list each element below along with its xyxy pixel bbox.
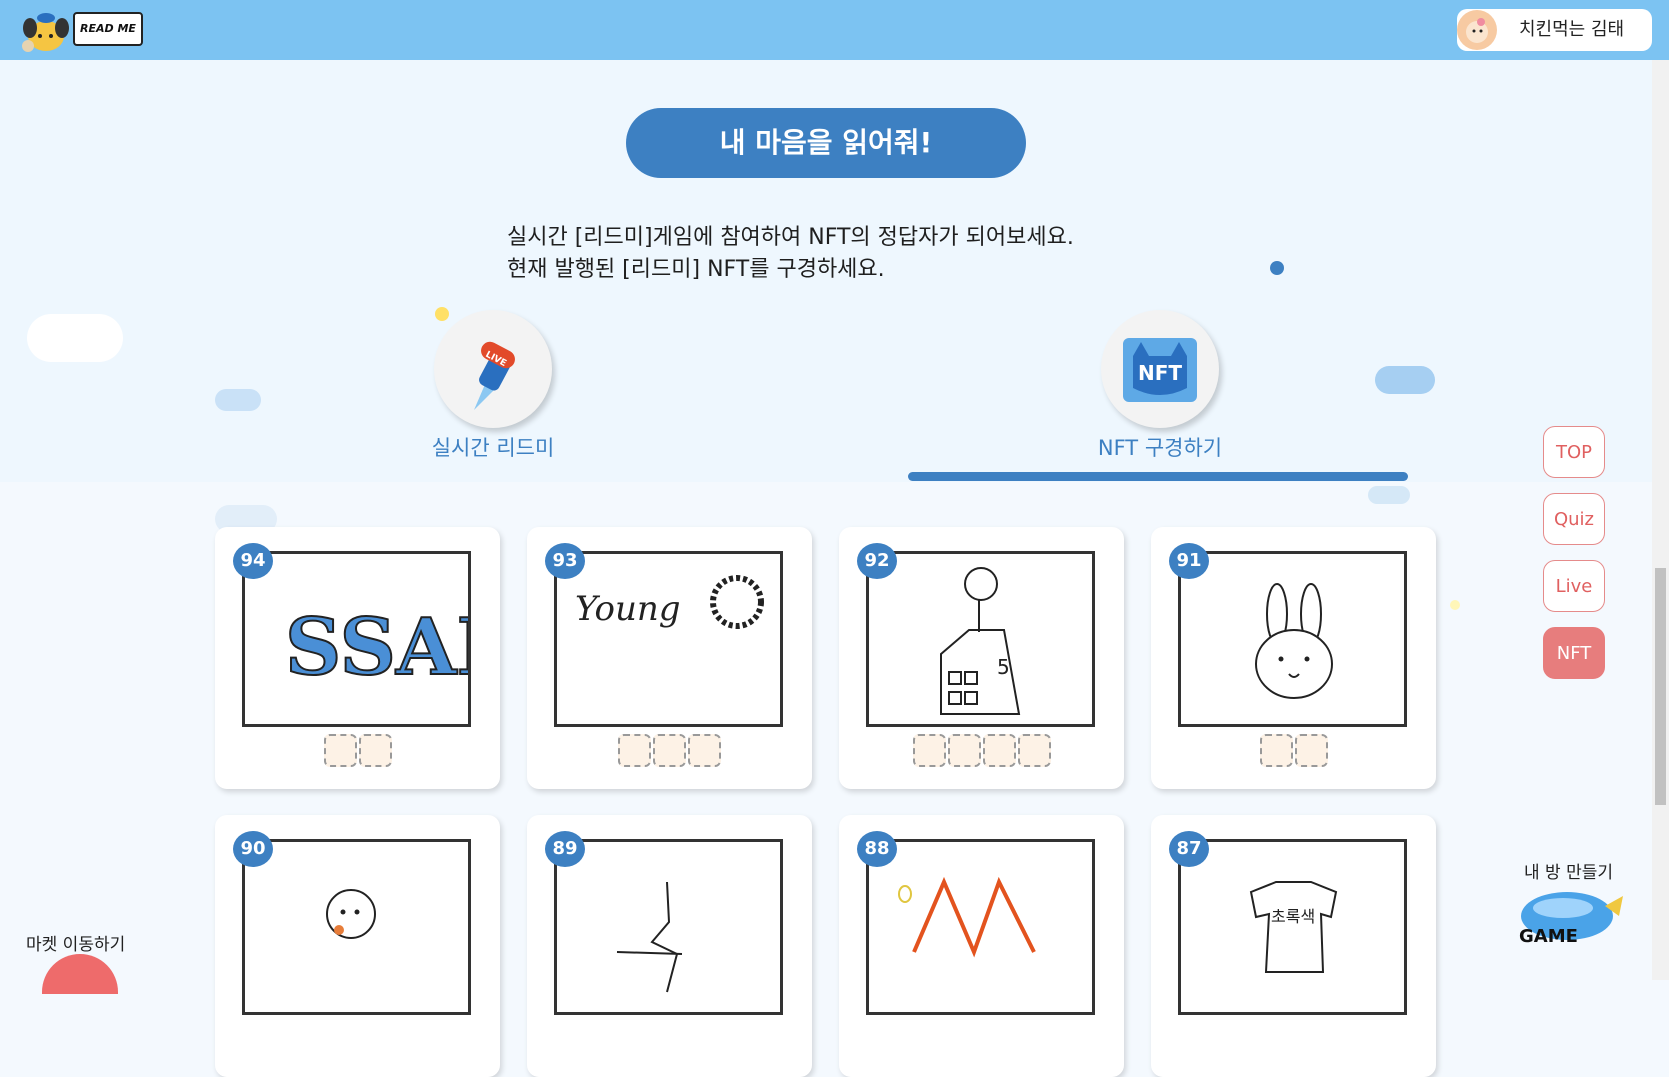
nft-cat-notebook-icon: NFT <box>1123 338 1197 402</box>
card-number-badge: 90 <box>233 831 273 867</box>
drawing-text: SSAFY <box>285 602 468 693</box>
intro-line-1: 실시간 [리드미]게임에 참여하여 NFT의 정답자가 되어보세요. <box>507 225 1074 250</box>
answer-slot <box>358 734 392 767</box>
answer-slots <box>1151 734 1436 771</box>
dot-decoration <box>1450 600 1460 610</box>
dot-decoration <box>1270 261 1284 275</box>
shirt-text: 초록색 <box>1271 907 1315 926</box>
card-number-badge: 91 <box>1169 543 1209 579</box>
drawing-rabbit-image <box>1255 583 1333 699</box>
market-balloon-icon[interactable] <box>42 954 118 994</box>
answer-slots <box>527 734 812 771</box>
drawing-building-image: 5 <box>940 567 1021 715</box>
card-drawing-frame <box>866 839 1095 1015</box>
airship-icon: GAME <box>1519 892 1623 947</box>
tab-nft-label: NFT 구경하기 <box>1097 436 1223 460</box>
tab-nft-active-underline <box>908 472 1408 481</box>
drawing-figure-image <box>616 881 683 993</box>
game-label: GAME <box>1519 926 1578 947</box>
answer-slot <box>323 734 357 767</box>
answer-slots <box>839 734 1124 771</box>
dog-mascot-icon <box>22 13 69 52</box>
drawing-dog-image <box>326 889 376 939</box>
make-room-label[interactable]: 내 방 만들기 <box>1524 858 1613 883</box>
answer-slots <box>215 734 500 771</box>
card-number-badge: 92 <box>857 543 897 579</box>
tab-live-icon-circle: LIVE <box>434 310 552 428</box>
answer-slot <box>947 734 981 767</box>
nft-card[interactable]: 91 <box>1151 527 1436 789</box>
drawing-orange-m-image <box>898 876 1036 958</box>
nft-badge-text: NFT <box>1138 361 1182 385</box>
card-drawing-frame: Young <box>554 551 783 727</box>
market-link-label[interactable]: 마켓 이동하기 <box>26 930 125 955</box>
drawing-text: Young <box>575 589 681 629</box>
nft-card[interactable]: 93 Young <box>527 527 812 789</box>
card-drawing-frame: 초록색 <box>1178 839 1407 1015</box>
tab-live[interactable]: LIVE 실시간 리드미 <box>418 310 568 462</box>
card-drawing-frame <box>242 839 471 1015</box>
answer-slot <box>688 734 721 767</box>
card-drawing-frame <box>1178 551 1407 727</box>
svg-text:5: 5 <box>997 655 1010 679</box>
paintbrush-rocket-icon: LIVE <box>474 341 515 410</box>
answer-slot <box>912 734 946 767</box>
tab-nft[interactable]: NFT NFT 구경하기 <box>1085 310 1235 462</box>
avatar <box>1457 10 1497 50</box>
card-drawing-frame: SSAFY <box>242 551 570 727</box>
intro-line-2: 현재 발행된 [리드미] NFT를 구경하세요. <box>507 257 885 282</box>
card-drawing-frame <box>554 839 783 1015</box>
side-nav-live[interactable]: Live <box>1543 560 1605 612</box>
answer-slot <box>982 734 1016 767</box>
readme-logo[interactable]: READ ME <box>18 8 143 52</box>
card-number-badge: 94 <box>233 543 273 579</box>
cloud-decoration <box>1375 366 1435 394</box>
tab-live-label: 실시간 리드미 <box>431 436 555 460</box>
card-number-badge: 89 <box>545 831 585 867</box>
cloud-decoration <box>27 314 123 362</box>
side-nav-top[interactable]: TOP <box>1543 426 1605 478</box>
drawing-shirt-image: 초록색 <box>1249 881 1338 973</box>
answer-slot <box>1017 734 1051 767</box>
card-number-badge: 88 <box>857 831 897 867</box>
answer-slot <box>618 734 651 767</box>
nft-card[interactable]: 87 초록색 <box>1151 815 1436 1077</box>
user-profile-button[interactable]: 치킨먹는 김태 <box>1457 9 1652 51</box>
nft-card[interactable]: 89 <box>527 815 812 1077</box>
card-drawing-frame: 5 <box>866 551 1095 727</box>
page-title: 내 마음을 읽어줘! <box>626 108 1026 178</box>
nft-card[interactable]: 90 <box>215 815 500 1077</box>
answer-slot <box>653 734 686 767</box>
user-name: 치킨먹는 김태 <box>1519 19 1625 40</box>
drawing-ssafy-image: SSAFY <box>284 601 570 694</box>
top-header: READ ME 치킨먹는 김태 <box>0 0 1669 60</box>
card-number-badge: 93 <box>545 543 585 579</box>
answer-slot <box>1259 734 1293 767</box>
nft-card[interactable]: 88 <box>839 815 1124 1077</box>
card-number-badge: 87 <box>1169 831 1209 867</box>
game-airship-button[interactable]: GAME <box>1515 886 1625 948</box>
cloud-decoration <box>215 389 261 411</box>
logo-text: READ ME <box>73 12 143 46</box>
page-scrollbar[interactable] <box>1652 60 1669 980</box>
cloud-decoration <box>1368 486 1410 504</box>
intro-text: 실시간 [리드미]게임에 참여하여 NFT의 정답자가 되어보세요. 현재 발행… <box>507 222 1207 286</box>
drawing-young-image: Young <box>575 575 764 629</box>
nft-card[interactable]: 92 5 <box>839 527 1124 789</box>
side-nav-quiz[interactable]: Quiz <box>1543 493 1605 545</box>
scrollbar-thumb[interactable] <box>1655 568 1666 805</box>
hamster-avatar-icon <box>1466 18 1488 43</box>
nft-card[interactable]: 94 SSAFY <box>215 527 570 789</box>
answer-slot <box>1294 734 1328 767</box>
side-nav-nft[interactable]: NFT <box>1543 627 1605 679</box>
tab-nft-icon-circle: NFT <box>1101 310 1219 428</box>
